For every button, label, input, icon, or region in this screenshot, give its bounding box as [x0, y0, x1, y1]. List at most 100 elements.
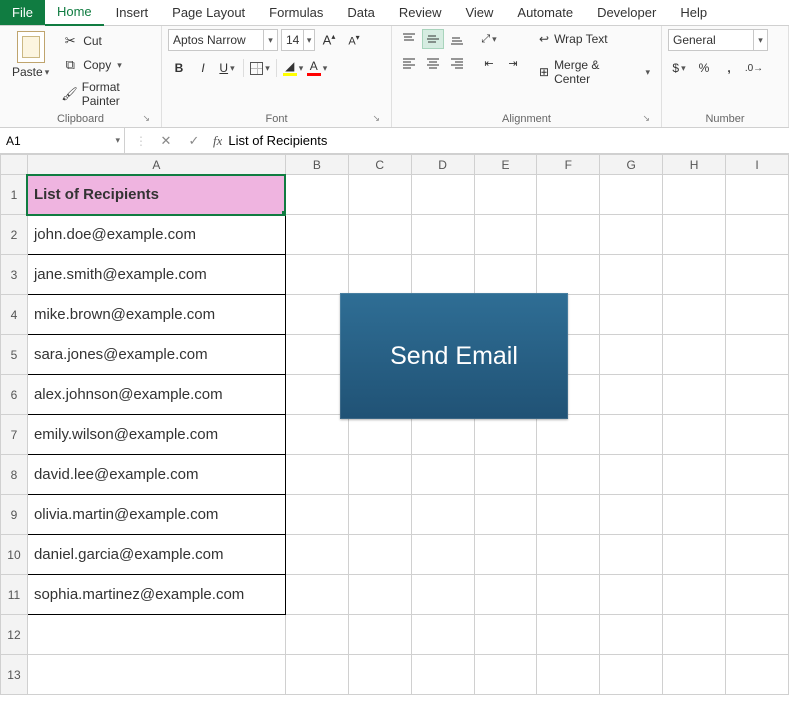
- cell-I7[interactable]: [726, 415, 789, 455]
- cell-G3[interactable]: [600, 255, 663, 295]
- comma-format-button[interactable]: ,: [718, 57, 740, 79]
- cell-E11[interactable]: [474, 575, 537, 615]
- orientation-button[interactable]: ⤢▾: [478, 29, 500, 49]
- cell-A1[interactable]: List of Recipients: [27, 175, 285, 215]
- decrease-indent-button[interactable]: ⇤: [478, 53, 500, 73]
- cell-I5[interactable]: [726, 335, 789, 375]
- cell-I11[interactable]: [726, 575, 789, 615]
- cell-F7[interactable]: [537, 415, 600, 455]
- row-header-11[interactable]: 11: [1, 575, 28, 615]
- cell-F2[interactable]: [537, 215, 600, 255]
- column-header-A[interactable]: A: [27, 155, 285, 175]
- cell-E1[interactable]: [474, 175, 537, 215]
- font-dialog-launcher[interactable]: ↘: [369, 112, 383, 125]
- increase-font-button[interactable]: A▴: [318, 29, 340, 51]
- cell-B13[interactable]: [285, 655, 348, 695]
- alignment-dialog-launcher[interactable]: ↘: [639, 112, 653, 125]
- tab-formulas[interactable]: Formulas: [257, 0, 335, 25]
- tab-review[interactable]: Review: [387, 0, 454, 25]
- cell-A13[interactable]: [27, 655, 285, 695]
- cell-E8[interactable]: [474, 455, 537, 495]
- row-header-12[interactable]: 12: [1, 615, 28, 655]
- cell-B5[interactable]: [285, 335, 348, 375]
- cell-A10[interactable]: daniel.garcia@example.com: [27, 535, 285, 575]
- cell-I13[interactable]: [726, 655, 789, 695]
- tab-help[interactable]: Help: [668, 0, 719, 25]
- cell-E10[interactable]: [474, 535, 537, 575]
- tab-data[interactable]: Data: [335, 0, 386, 25]
- cell-I2[interactable]: [726, 215, 789, 255]
- cell-H10[interactable]: [663, 535, 726, 575]
- cell-D3[interactable]: [411, 255, 474, 295]
- column-header-B[interactable]: B: [285, 155, 348, 175]
- cell-D11[interactable]: [411, 575, 474, 615]
- cell-A5[interactable]: sara.jones@example.com: [27, 335, 285, 375]
- formula-bar-input[interactable]: [222, 132, 622, 149]
- cell-G13[interactable]: [600, 655, 663, 695]
- cell-H12[interactable]: [663, 615, 726, 655]
- cell-C8[interactable]: [348, 455, 411, 495]
- chevron-down-icon[interactable]: ▾: [111, 135, 124, 146]
- cell-F10[interactable]: [537, 535, 600, 575]
- tab-view[interactable]: View: [453, 0, 505, 25]
- tab-automate[interactable]: Automate: [505, 0, 585, 25]
- tab-insert[interactable]: Insert: [104, 0, 161, 25]
- cell-D2[interactable]: [411, 215, 474, 255]
- row-header-3[interactable]: 3: [1, 255, 28, 295]
- cell-E7[interactable]: [474, 415, 537, 455]
- cell-A7[interactable]: emily.wilson@example.com: [27, 415, 285, 455]
- cell-B10[interactable]: [285, 535, 348, 575]
- cell-G8[interactable]: [600, 455, 663, 495]
- cell-H2[interactable]: [663, 215, 726, 255]
- cell-H8[interactable]: [663, 455, 726, 495]
- row-header-4[interactable]: 4: [1, 295, 28, 335]
- cell-F1[interactable]: [537, 175, 600, 215]
- row-header-6[interactable]: 6: [1, 375, 28, 415]
- align-right-button[interactable]: [446, 53, 468, 73]
- format-painter-button[interactable]: 🖌 Format Painter: [59, 79, 155, 109]
- cell-I10[interactable]: [726, 535, 789, 575]
- cell-I4[interactable]: [726, 295, 789, 335]
- tab-developer[interactable]: Developer: [585, 0, 668, 25]
- align-middle-button[interactable]: [422, 29, 444, 49]
- cell-G9[interactable]: [600, 495, 663, 535]
- align-center-button[interactable]: [422, 53, 444, 73]
- column-header-F[interactable]: F: [537, 155, 600, 175]
- cell-D13[interactable]: [411, 655, 474, 695]
- cell-C9[interactable]: [348, 495, 411, 535]
- cell-B3[interactable]: [285, 255, 348, 295]
- row-header-1[interactable]: 1: [1, 175, 28, 215]
- cell-H1[interactable]: [663, 175, 726, 215]
- cell-B2[interactable]: [285, 215, 348, 255]
- cell-A9[interactable]: olivia.martin@example.com: [27, 495, 285, 535]
- fx-icon[interactable]: fx: [213, 133, 222, 149]
- column-header-C[interactable]: C: [348, 155, 411, 175]
- cell-G10[interactable]: [600, 535, 663, 575]
- cell-I3[interactable]: [726, 255, 789, 295]
- borders-button[interactable]: ▾: [249, 57, 271, 79]
- name-box-input[interactable]: [0, 134, 111, 148]
- copy-button[interactable]: ⧉ Copy ▾: [59, 55, 155, 75]
- cut-button[interactable]: ✂ Cut: [59, 31, 155, 51]
- cell-G1[interactable]: [600, 175, 663, 215]
- column-header-G[interactable]: G: [600, 155, 663, 175]
- tab-file[interactable]: File: [0, 0, 45, 25]
- column-header-E[interactable]: E: [474, 155, 537, 175]
- cell-D7[interactable]: [411, 415, 474, 455]
- name-box[interactable]: ▾: [0, 128, 125, 153]
- row-header-2[interactable]: 2: [1, 215, 28, 255]
- cell-H7[interactable]: [663, 415, 726, 455]
- align-bottom-button[interactable]: [446, 29, 468, 49]
- fill-color-button[interactable]: ◢ ▾: [282, 57, 304, 79]
- align-left-button[interactable]: [398, 53, 420, 73]
- cell-D8[interactable]: [411, 455, 474, 495]
- cell-D12[interactable]: [411, 615, 474, 655]
- column-header-D[interactable]: D: [411, 155, 474, 175]
- font-name-combo[interactable]: Aptos Narrow ▾: [168, 29, 278, 51]
- font-size-combo[interactable]: 14 ▾: [281, 29, 315, 51]
- italic-button[interactable]: I: [192, 57, 214, 79]
- cell-A12[interactable]: [27, 615, 285, 655]
- align-top-button[interactable]: [398, 29, 420, 49]
- cell-A6[interactable]: alex.johnson@example.com: [27, 375, 285, 415]
- cell-A2[interactable]: john.doe@example.com: [27, 215, 285, 255]
